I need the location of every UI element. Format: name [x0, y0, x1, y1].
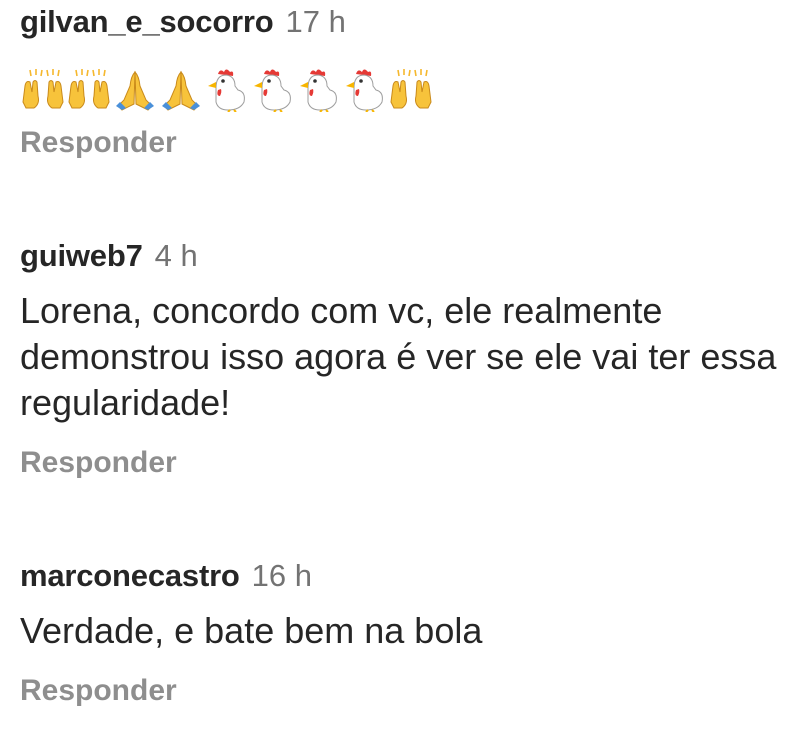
raising-hands-icon — [388, 66, 434, 112]
comment-meta: guiweb7 4 h — [20, 238, 790, 278]
comment-item: marconecastro 16 h Verdade, e bate bem n… — [20, 558, 790, 707]
comment-username[interactable]: guiweb7 — [20, 238, 143, 274]
comment-meta: gilvan_e_socorro 17 h — [20, 4, 790, 44]
comment-text: Verdade, e bate bem na bola — [20, 610, 483, 651]
folded-hands-icon — [112, 66, 158, 112]
comment-text: Lorena, concordo com vc, ele realmente d… — [20, 290, 777, 423]
reply-button[interactable]: Responder — [20, 674, 177, 708]
comment-timestamp: 17 h — [285, 4, 346, 39]
raising-hands-icon — [20, 66, 66, 112]
reply-button[interactable]: Responder — [20, 126, 177, 160]
comment-username[interactable]: gilvan_e_socorro — [20, 4, 274, 40]
rooster-icon — [296, 66, 342, 112]
comment-timestamp: 16 h — [251, 558, 313, 593]
comment-meta: marconecastro 16 h — [20, 558, 790, 598]
rooster-icon — [250, 66, 296, 112]
rooster-icon — [342, 66, 388, 112]
comment-username[interactable]: marconecastro — [20, 558, 240, 594]
comment-item: gilvan_e_socorro 17 h Responder — [20, 4, 790, 159]
rooster-icon — [204, 66, 250, 112]
folded-hands-icon — [158, 66, 204, 112]
reply-button[interactable]: Responder — [20, 446, 177, 480]
comment-item: guiweb7 4 h Lorena, concordo com vc, ele… — [20, 238, 790, 479]
raising-hands-icon — [66, 66, 112, 112]
comment-timestamp: 4 h — [154, 238, 198, 273]
comment-emoji-text — [20, 64, 790, 112]
